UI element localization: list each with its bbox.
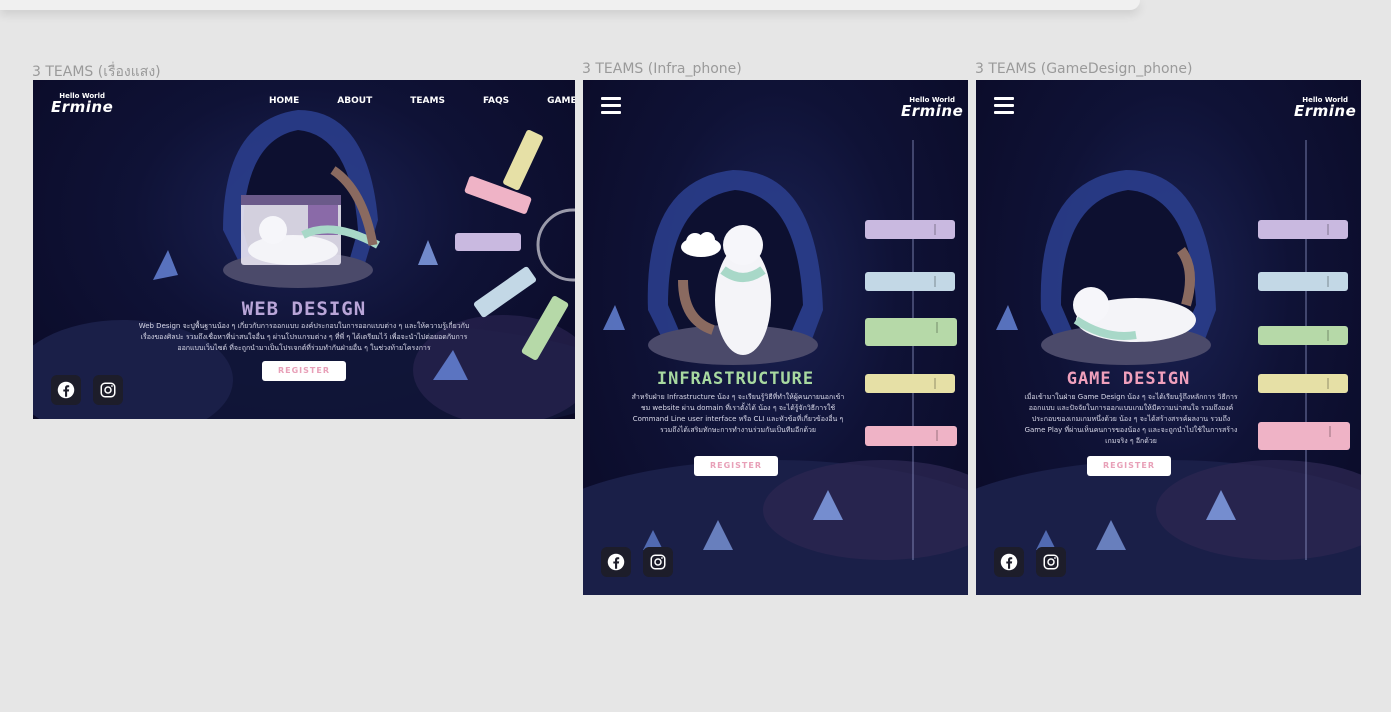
register-button[interactable]: REGISTER <box>694 456 778 476</box>
section-title: WEB DESIGN <box>241 298 367 320</box>
team-tag-green[interactable] <box>1258 326 1348 345</box>
team-tag-infra-small[interactable] <box>865 272 955 291</box>
instagram-icon <box>650 554 666 570</box>
instagram-icon <box>1043 554 1059 570</box>
instagram-button[interactable] <box>93 375 123 405</box>
frame-game-design[interactable]: Hello World Ermine GAME DESIGN เมื่อเข้า… <box>976 80 1361 595</box>
facebook-icon <box>1000 553 1018 571</box>
tag-rail <box>1305 140 1307 560</box>
section-description: เมื่อเข้ามาในฝ่าย Game Design น้อง ๆ จะไ… <box>1024 393 1238 445</box>
section-description: สำหรับฝ่าย Infrastructure น้อง ๆ จะเรียน… <box>631 393 845 434</box>
tag-rail <box>912 140 914 560</box>
instagram-button[interactable] <box>643 547 673 577</box>
team-tag-infra[interactable] <box>1258 272 1348 291</box>
facebook-icon <box>607 553 625 571</box>
facebook-button[interactable] <box>994 547 1024 577</box>
facebook-icon <box>57 381 75 399</box>
instagram-button[interactable] <box>1036 547 1066 577</box>
section-title: GAME DESIGN <box>1066 369 1191 389</box>
frame-label-game: 3 TEAMS (GameDesign_phone) <box>975 61 1193 77</box>
register-button[interactable]: REGISTER <box>1087 456 1171 476</box>
section-title: INFRASTRUCTURE <box>656 369 815 389</box>
section-description: Web Design จะปูพื้นฐานน้อง ๆ เกี่ยวกับกา… <box>138 322 470 352</box>
frame-infrastructure[interactable]: Hello World Ermine INFRASTRUCTURE สำหรับ… <box>583 80 968 595</box>
team-tag-pink[interactable] <box>865 426 957 446</box>
facebook-button[interactable] <box>601 547 631 577</box>
team-tag-web[interactable] <box>1258 220 1348 239</box>
team-tag-infra-active[interactable] <box>865 318 957 346</box>
team-tag-game-active[interactable] <box>1258 422 1350 450</box>
register-button[interactable]: REGISTER <box>262 361 346 381</box>
app-top-bar <box>0 0 1140 10</box>
instagram-icon <box>100 382 116 398</box>
facebook-button[interactable] <box>51 375 81 405</box>
team-tag-web[interactable] <box>865 220 955 239</box>
frame-web-design[interactable]: Hello World Ermine HOME ABOUT TEAMS FAQS… <box>33 80 575 419</box>
frame-label-infra: 3 TEAMS (Infra_phone) <box>582 61 742 77</box>
